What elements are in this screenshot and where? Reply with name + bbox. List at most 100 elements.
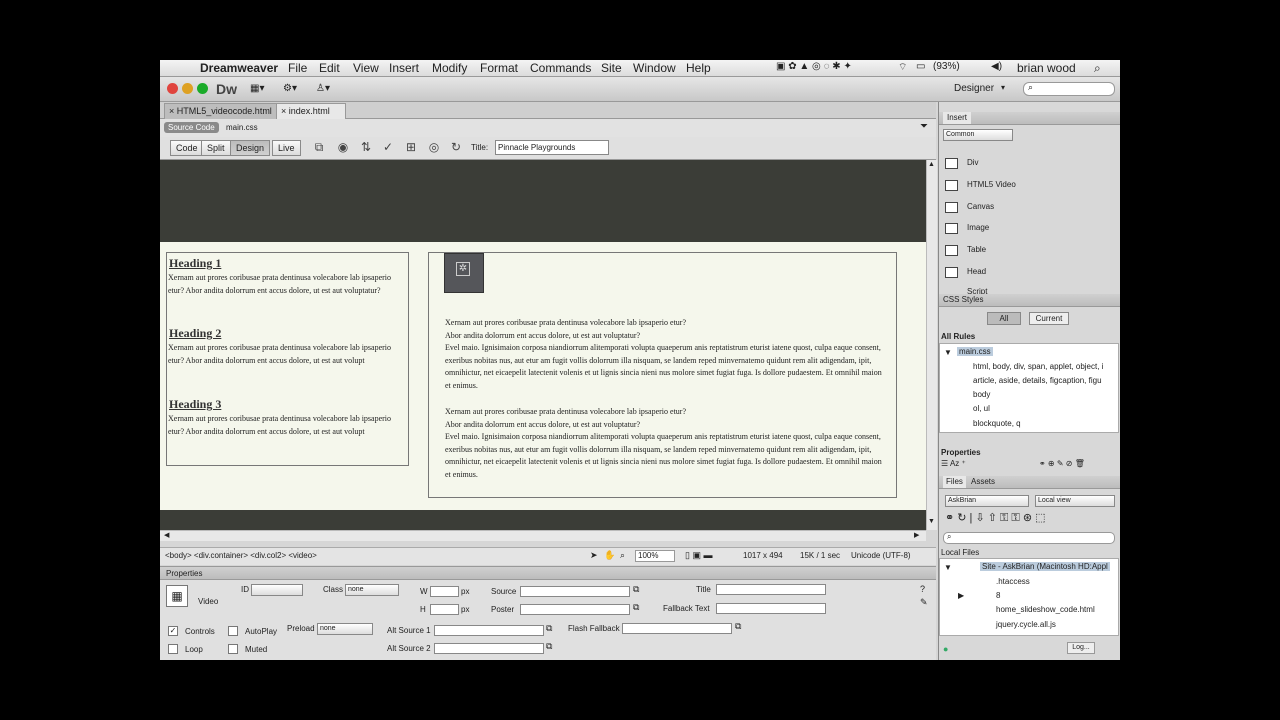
files-panel-header[interactable]: Files Assets <box>939 476 1120 489</box>
css-rules-list[interactable]: ▼ main.css html, body, div, span, applet… <box>939 343 1119 433</box>
site-root[interactable]: Site - AskBrian (Macintosh HD:Appl <box>980 562 1110 571</box>
file-item[interactable]: home_slideshow_code.html <box>996 605 1095 614</box>
hand-tool-icon[interactable]: ✋ <box>604 550 615 561</box>
id-select[interactable] <box>251 584 303 596</box>
insert-head[interactable]: Head <box>967 267 986 276</box>
column-2[interactable]: ✲ Xernam aut prores coribusae prata dent… <box>428 252 897 498</box>
flash-fallback-input[interactable] <box>622 623 732 634</box>
files-toolbar-icons[interactable]: ⚭ ↻ | ⇩ ⇧ ⚿ ⚿ ⊛ ⬚ <box>945 511 1046 525</box>
insert-table[interactable]: Table <box>967 245 986 254</box>
help-search-input[interactable]: ⌕ <box>1023 82 1115 96</box>
autoplay-checkbox[interactable] <box>228 626 238 636</box>
col1-paragraph-1[interactable]: Xernam aut prores coribusae prata dentin… <box>168 272 404 297</box>
scroll-up-icon[interactable]: ▲ <box>928 161 935 168</box>
visual-aids-icon[interactable]: ⊞ <box>404 141 418 153</box>
css-current-button[interactable]: Current <box>1029 312 1069 325</box>
folder-item[interactable]: 8 <box>996 591 1000 600</box>
alt-source-1-browse-icon[interactable]: ⧉ <box>546 623 552 634</box>
menu-insert[interactable]: Insert <box>389 61 419 75</box>
menu-app[interactable]: Dreamweaver <box>200 61 278 75</box>
preload-select[interactable]: none <box>317 623 373 635</box>
preview-icon[interactable]: ◉ <box>336 141 350 153</box>
insert-panel-header[interactable]: Insert <box>939 112 1120 125</box>
insert-category-select[interactable]: Common <box>943 129 1013 141</box>
video-placeholder[interactable]: ✲ <box>444 253 484 293</box>
main-css-button[interactable]: main.css <box>222 122 262 133</box>
fallback-input[interactable] <box>716 603 826 614</box>
battery-icon[interactable]: ▭ <box>916 61 925 72</box>
tag-selector[interactable]: <body> <div.container> <div.col2> <video… <box>165 551 317 560</box>
class-select[interactable]: none <box>345 584 399 596</box>
flash-browse-icon[interactable]: ⧉ <box>735 621 741 632</box>
css-file[interactable]: main.css <box>957 347 993 356</box>
muted-checkbox[interactable] <box>228 644 238 654</box>
col1-paragraph-3[interactable]: Xernam aut prores coribusae prata dentin… <box>168 413 404 438</box>
col1-paragraph-2[interactable]: Xernam aut prores coribusae prata dentin… <box>168 342 404 367</box>
minimize-window-button[interactable] <box>182 83 193 94</box>
zoom-select[interactable]: 100% <box>635 550 675 562</box>
heading-3[interactable]: Heading 3 <box>169 397 221 412</box>
window-size-icons[interactable]: ▯ ▣ ▬ <box>685 550 712 561</box>
expand-icon[interactable]: ▼ <box>944 563 952 572</box>
menu-file[interactable]: File <box>288 61 307 75</box>
source-browse-icon[interactable]: ⧉ <box>633 584 639 595</box>
live-view-button[interactable]: Live <box>272 140 301 156</box>
menu-edit[interactable]: Edit <box>319 61 340 75</box>
insert-image[interactable]: Image <box>967 223 989 232</box>
help-icon[interactable]: ? <box>920 584 925 594</box>
scroll-left-icon[interactable]: ◀ <box>164 531 169 539</box>
menu-view[interactable]: View <box>353 61 379 75</box>
css-styles-header[interactable]: CSS Styles <box>939 294 1120 307</box>
col2-block-1[interactable]: Xernam aut prores coribusae prata dentin… <box>445 317 889 393</box>
layout-icon[interactable]: ▦▾ <box>250 83 264 94</box>
css-action-icons[interactable]: ⚭ ⊕ ✎ ⊘ 🗑 <box>1039 459 1085 468</box>
status-icons[interactable]: ▣ ✿ ▲ ◎ ◌ ✱ ✦ <box>776 61 852 72</box>
refresh-icon[interactable]: ↻ <box>449 141 463 153</box>
assets-tab[interactable]: Assets <box>971 476 995 488</box>
design-view[interactable]: Heading 1 Xernam aut prores coribusae pr… <box>160 160 926 510</box>
browser-compat-icon[interactable]: ◎ <box>427 141 441 153</box>
tab-html5-videocode[interactable]: × HTML5_videocode.html <box>164 103 282 119</box>
select-tool-icon[interactable]: ➤ <box>590 550 598 561</box>
menu-format[interactable]: Format <box>480 61 518 75</box>
menu-site[interactable]: Site <box>601 61 622 75</box>
design-view-button[interactable]: Design <box>230 140 271 156</box>
css-rule[interactable]: body <box>973 390 990 399</box>
heading-2[interactable]: Heading 2 <box>169 326 221 341</box>
horizontal-scrollbar[interactable]: ◀ ▶ <box>160 530 926 541</box>
file-item[interactable]: jquery.cycle.all.js <box>996 620 1056 629</box>
wifi-icon[interactable]: ⌔ <box>898 61 907 74</box>
insert-canvas[interactable]: Canvas <box>967 202 994 211</box>
scroll-down-icon[interactable]: ▼ <box>928 518 935 525</box>
alt-source-2-input[interactable] <box>434 643 544 654</box>
title-input[interactable]: Pinnacle Playgrounds <box>495 140 609 155</box>
window-size[interactable]: 1017 x 494 <box>743 551 783 560</box>
alt-source-1-input[interactable] <box>434 625 544 636</box>
files-search-input[interactable]: ⌕ <box>943 532 1115 544</box>
insert-html5-video[interactable]: HTML5 Video <box>967 180 1016 189</box>
poster-browse-icon[interactable]: ⧉ <box>633 602 639 613</box>
css-rule[interactable]: html, body, div, span, applet, object, i <box>973 362 1103 371</box>
zoom-window-button[interactable] <box>197 83 208 94</box>
files-tree[interactable]: ▼ Site - AskBrian (Macintosh HD:Appl .ht… <box>939 558 1119 636</box>
poster-input[interactable] <box>520 604 630 615</box>
expand-icon[interactable]: ▼ <box>944 348 952 357</box>
close-window-button[interactable] <box>167 83 178 94</box>
css-all-button[interactable]: All <box>987 312 1021 325</box>
spotlight-icon[interactable]: ⌕ <box>1094 61 1101 76</box>
source-code-button[interactable]: Source Code <box>164 122 219 133</box>
scroll-right-icon[interactable]: ▶ <box>914 531 919 539</box>
height-input[interactable] <box>430 604 459 615</box>
vertical-scrollbar[interactable]: ▲ ▼ <box>926 160 937 530</box>
source-input[interactable] <box>520 586 630 597</box>
controls-checkbox[interactable]: ✓ <box>168 626 178 636</box>
css-rule[interactable]: article, aside, details, figcaption, fig… <box>973 376 1102 385</box>
width-input[interactable] <box>430 586 459 597</box>
view-select[interactable]: Local view <box>1035 495 1115 507</box>
menu-commands[interactable]: Commands <box>530 61 591 75</box>
site-select[interactable]: AskBrian <box>945 495 1029 507</box>
code-view-button[interactable]: Code <box>170 140 204 156</box>
file-item[interactable]: .htaccess <box>996 577 1030 586</box>
heading-1[interactable]: Heading 1 <box>169 256 221 271</box>
menu-help[interactable]: Help <box>686 61 711 75</box>
